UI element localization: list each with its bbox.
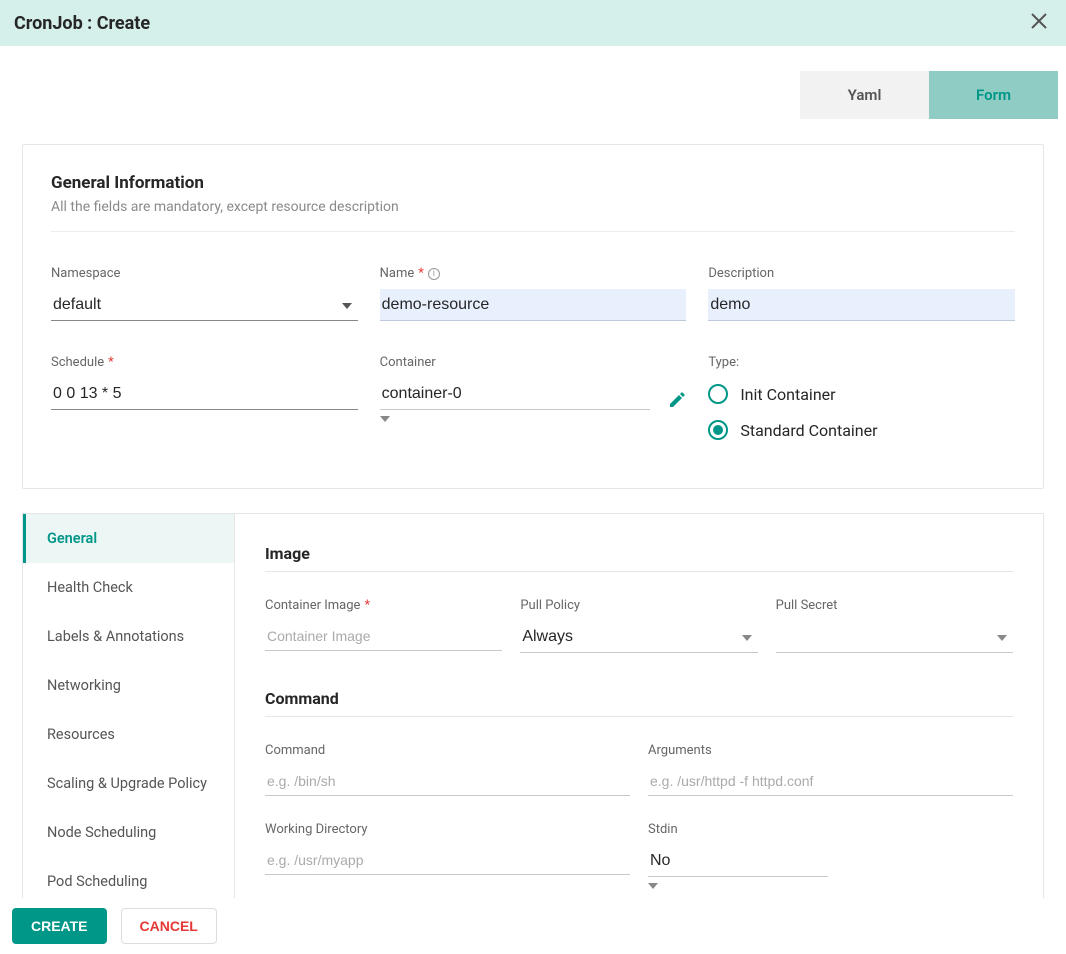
label-pull-policy: Pull Policy bbox=[520, 598, 757, 613]
section-subtitle-general: All the fields are mandatory, except res… bbox=[51, 199, 1015, 215]
namespace-select[interactable] bbox=[51, 289, 358, 321]
label-namespace: Namespace bbox=[51, 266, 358, 281]
tab-form[interactable]: Form bbox=[929, 71, 1058, 119]
required-marker: * bbox=[418, 266, 424, 281]
stdin-select[interactable] bbox=[648, 845, 828, 877]
chevron-down-icon bbox=[648, 877, 658, 893]
close-icon[interactable] bbox=[1026, 11, 1052, 36]
general-info-card: General Information All the fields are m… bbox=[22, 144, 1044, 489]
divider bbox=[51, 231, 1015, 232]
container-select[interactable] bbox=[380, 378, 651, 410]
tab-yaml[interactable]: Yaml bbox=[800, 71, 929, 119]
side-tab-resources[interactable]: Resources bbox=[23, 710, 234, 759]
side-tab-node-scheduling[interactable]: Node Scheduling bbox=[23, 808, 234, 857]
field-working-directory: Working Directory bbox=[265, 822, 630, 893]
edit-icon[interactable] bbox=[668, 391, 686, 414]
side-tab-health-check[interactable]: Health Check bbox=[23, 563, 234, 612]
side-tab-networking[interactable]: Networking bbox=[23, 661, 234, 710]
label-container-image: Container Image * bbox=[265, 598, 502, 613]
field-schedule: Schedule * bbox=[51, 355, 358, 410]
label-container-image-text: Container Image bbox=[265, 598, 360, 613]
radio-standard-container[interactable]: Standard Container bbox=[708, 420, 1015, 440]
radio-label-init: Init Container bbox=[740, 385, 835, 404]
tab-content-general: Image Container Image * Pull Policy bbox=[235, 514, 1043, 912]
section-title-image: Image bbox=[265, 544, 1013, 563]
radio-icon-selected bbox=[708, 420, 728, 440]
footer: CREATE CANCEL bbox=[0, 898, 1066, 954]
side-tab-scaling-upgrade[interactable]: Scaling & Upgrade Policy bbox=[23, 759, 234, 808]
command-input[interactable] bbox=[265, 766, 630, 796]
label-stdin: Stdin bbox=[648, 822, 1013, 837]
label-name-text: Name bbox=[380, 266, 415, 281]
section-title-general: General Information bbox=[51, 173, 1015, 193]
required-marker: * bbox=[364, 598, 370, 613]
radio-icon-unselected bbox=[708, 384, 728, 404]
label-schedule-text: Schedule bbox=[51, 355, 104, 370]
modal-header: CronJob : Create bbox=[0, 0, 1066, 46]
view-toggle: Yaml Form bbox=[8, 71, 1058, 119]
container-config-card: General Health Check Labels & Annotation… bbox=[22, 513, 1044, 913]
label-type: Type: bbox=[708, 355, 1015, 370]
field-command: Command bbox=[265, 743, 630, 796]
modal-title: CronJob : Create bbox=[14, 13, 150, 34]
field-arguments: Arguments bbox=[648, 743, 1013, 796]
cancel-button[interactable]: CANCEL bbox=[121, 908, 217, 944]
field-name: Name * i bbox=[380, 266, 687, 321]
radio-init-container[interactable]: Init Container bbox=[708, 384, 1015, 404]
pull-secret-select[interactable] bbox=[776, 621, 1013, 653]
label-pull-secret: Pull Secret bbox=[776, 598, 1013, 613]
radio-label-standard: Standard Container bbox=[740, 421, 877, 440]
working-directory-input[interactable] bbox=[265, 845, 630, 875]
arguments-input[interactable] bbox=[648, 766, 1013, 796]
divider bbox=[265, 716, 1013, 717]
divider bbox=[265, 571, 1013, 572]
side-tab-labels-annotations[interactable]: Labels & Annotations bbox=[23, 612, 234, 661]
label-name: Name * i bbox=[380, 266, 687, 281]
label-container: Container bbox=[380, 355, 687, 370]
container-image-input[interactable] bbox=[265, 621, 502, 651]
modal-body: Yaml Form General Information All the fi… bbox=[0, 46, 1066, 913]
label-description: Description bbox=[708, 266, 1015, 281]
name-input[interactable] bbox=[380, 289, 687, 321]
create-button[interactable]: CREATE bbox=[12, 908, 107, 944]
label-command: Command bbox=[265, 743, 630, 758]
side-tab-general[interactable]: General bbox=[23, 514, 234, 563]
info-icon[interactable]: i bbox=[428, 268, 440, 280]
field-description: Description bbox=[708, 266, 1015, 321]
pull-policy-select[interactable] bbox=[520, 621, 757, 653]
field-stdin: Stdin bbox=[648, 822, 1013, 893]
label-working-directory: Working Directory bbox=[265, 822, 630, 837]
schedule-input[interactable] bbox=[51, 378, 358, 410]
field-type: Type: Init Container Standard Container bbox=[708, 355, 1015, 456]
description-input[interactable] bbox=[708, 289, 1015, 321]
chevron-down-icon bbox=[380, 410, 390, 426]
section-title-command: Command bbox=[265, 689, 1013, 708]
side-tabs: General Health Check Labels & Annotation… bbox=[23, 514, 235, 912]
field-container-image: Container Image * bbox=[265, 598, 502, 653]
label-arguments: Arguments bbox=[648, 743, 1013, 758]
field-namespace: Namespace bbox=[51, 266, 358, 321]
field-container: Container bbox=[380, 355, 687, 426]
field-pull-secret: Pull Secret bbox=[776, 598, 1013, 653]
required-marker: * bbox=[108, 355, 114, 370]
label-schedule: Schedule * bbox=[51, 355, 358, 370]
field-pull-policy: Pull Policy bbox=[520, 598, 757, 653]
